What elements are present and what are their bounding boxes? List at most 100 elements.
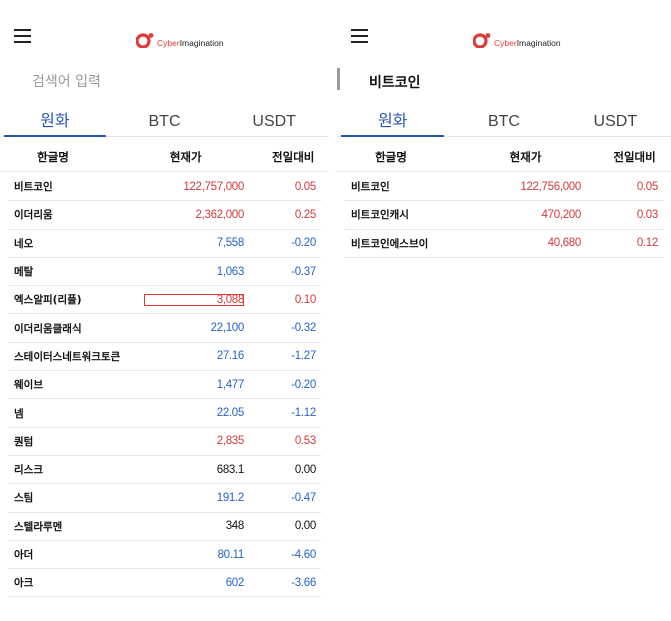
change-rate: 0.53 [294, 435, 316, 448]
table-row[interactable]: 스팀 191.2 -0.47 [8, 484, 321, 513]
table-row[interactable]: 비트코인 122,756,000 0.05 [345, 173, 663, 202]
table-row[interactable]: 퀀텀 2,835 0.53 [8, 428, 321, 456]
logo-mark-icon [136, 33, 154, 48]
tab-btc[interactable]: BTC [110, 108, 220, 136]
coin-list: 비트코인 122,756,000 0.05 비트코인캐시 470,200 0.03 비트코인… [345, 173, 663, 258]
table-row[interactable]: 리스크 683.1 0.00 [8, 456, 321, 485]
coin-name: 스팀 [14, 492, 34, 505]
tab-usdt[interactable]: USDT [560, 108, 671, 136]
coin-name: 이더리움 [14, 209, 53, 222]
search-input[interactable] [369, 70, 629, 94]
current-price: 348 [225, 520, 245, 533]
current-price: 2,362,000 [195, 208, 245, 221]
column-name-header[interactable]: 한글명 [337, 143, 445, 171]
change-rate: 0.05 [294, 180, 316, 193]
column-change-header[interactable]: 전일대비 [580, 143, 671, 171]
change-rate: -0.37 [291, 265, 316, 278]
table-row[interactable]: 아더 80.11 -4.60 [8, 541, 321, 570]
current-price: 22.05 [216, 407, 245, 420]
app-header: CyberImagination [337, 0, 671, 60]
coin-name: 메탈 [14, 266, 34, 279]
coin-name: 넴 [14, 407, 24, 420]
coin-name: 비트코인에스브이 [351, 237, 429, 250]
change-rate: 0.00 [294, 463, 316, 476]
current-price: 40,680 [547, 237, 582, 250]
coin-name: 퀀텀 [14, 435, 34, 448]
change-rate: 0.12 [636, 237, 658, 250]
table-row[interactable]: 비트코인에스브이 40,680 0.12 [345, 230, 663, 258]
coin-name: 네오 [14, 237, 34, 250]
table-row[interactable]: 비트코인캐시 470,200 0.03 [345, 201, 663, 230]
search-input[interactable] [32, 70, 292, 94]
coin-name: 비트코인 [14, 181, 53, 194]
column-change-header[interactable]: 전일대비 [239, 143, 329, 171]
change-rate: -3.66 [291, 576, 316, 589]
tab-usdt[interactable]: USDT [219, 108, 329, 136]
column-price-header[interactable]: 현재가 [445, 143, 580, 171]
change-rate: -1.27 [291, 350, 316, 363]
logo-text: CyberImagination [494, 38, 561, 48]
change-rate: 0.00 [294, 520, 316, 533]
table-row[interactable]: 이더리움클래식 22,100 -0.32 [8, 314, 321, 343]
market-panel-right: CyberImagination 원화 BTC USDT 한글명 현재가 전일대… [337, 0, 671, 621]
coin-name: 스텔라루멘 [14, 520, 63, 533]
coin-name: 비트코인캐시 [351, 209, 409, 222]
table-row[interactable]: 메탈 1,063 -0.37 [8, 258, 321, 287]
table-row[interactable]: 엑스알피(리플) 3,088 0.10 [8, 286, 321, 315]
current-price: 1,477 [216, 378, 245, 391]
cyberimagination-logo: CyberImagination [473, 32, 561, 48]
change-rate: 0.25 [294, 208, 316, 221]
change-rate: 0.05 [636, 180, 658, 193]
currency-tabs: 원화 BTC USDT [0, 108, 329, 137]
hamburger-menu-icon[interactable] [14, 29, 31, 43]
coin-name: 웨이브 [14, 379, 43, 392]
table-row[interactable]: 비트코인 122,757,000 0.05 [8, 173, 321, 202]
change-rate: -0.20 [291, 237, 316, 250]
coin-name: 아더 [14, 549, 34, 561]
current-price: 27.16 [216, 350, 245, 363]
coin-name: 스테이터스네트워크토큰 [14, 350, 121, 363]
search-bar [337, 66, 671, 98]
column-name-header[interactable]: 한글명 [0, 143, 106, 171]
change-rate: -0.47 [291, 491, 316, 504]
table-row[interactable]: 넴 22.05 -1.12 [8, 399, 321, 428]
current-price: 122,756,000 [520, 180, 581, 193]
table-header: 한글명 현재가 전일대비 [337, 143, 671, 172]
change-rate: -4.60 [291, 548, 316, 561]
coin-name: 비트코인 [351, 181, 390, 194]
table-row[interactable]: 스텔라루멘 348 0.00 [8, 513, 321, 541]
current-price: 1,063 [216, 265, 245, 278]
table-row[interactable]: 웨이브 1,477 -0.20 [8, 371, 321, 400]
current-price: 470,200 [541, 208, 582, 221]
current-price: 602 [225, 576, 245, 589]
change-rate: -1.12 [291, 407, 316, 420]
app-header: CyberImagination [0, 0, 329, 60]
current-price: 683.1 [216, 463, 245, 476]
tab-btc[interactable]: BTC [448, 108, 559, 136]
coin-name: 이더리움클래식 [14, 322, 82, 335]
change-rate: -0.32 [291, 322, 316, 335]
table-header: 한글명 현재가 전일대비 [0, 143, 329, 172]
change-rate: 0.10 [294, 293, 316, 306]
column-price-header[interactable]: 현재가 [106, 143, 239, 171]
table-row[interactable]: 네오 7,558 -0.20 [8, 230, 321, 258]
logo-mark-icon [473, 33, 491, 48]
cyberimagination-logo: CyberImagination [136, 32, 224, 48]
table-row[interactable]: 이더리움 2,362,000 0.25 [8, 201, 321, 230]
change-rate: -0.20 [291, 378, 316, 391]
search-focus-indicator [337, 68, 340, 90]
current-price: 122,757,000 [183, 180, 244, 193]
search-bar [0, 66, 329, 98]
current-price: 7,558 [216, 237, 245, 250]
change-rate: 0.03 [636, 208, 658, 221]
table-row[interactable]: 아크 602 -3.66 [8, 569, 321, 598]
table-row[interactable]: 스테이터스네트워크토큰 27.16 -1.27 [8, 343, 321, 372]
coin-name: 리스크 [14, 464, 43, 477]
current-price: 22,100 [210, 322, 245, 335]
tab-krw[interactable]: 원화 [337, 108, 448, 137]
currency-tabs: 원화 BTC USDT [337, 108, 671, 137]
current-price-highlighted: 3,088 [144, 293, 244, 306]
coin-name: 엑스알피(리플) [14, 294, 82, 307]
hamburger-menu-icon[interactable] [351, 29, 368, 43]
tab-krw[interactable]: 원화 [0, 108, 110, 137]
